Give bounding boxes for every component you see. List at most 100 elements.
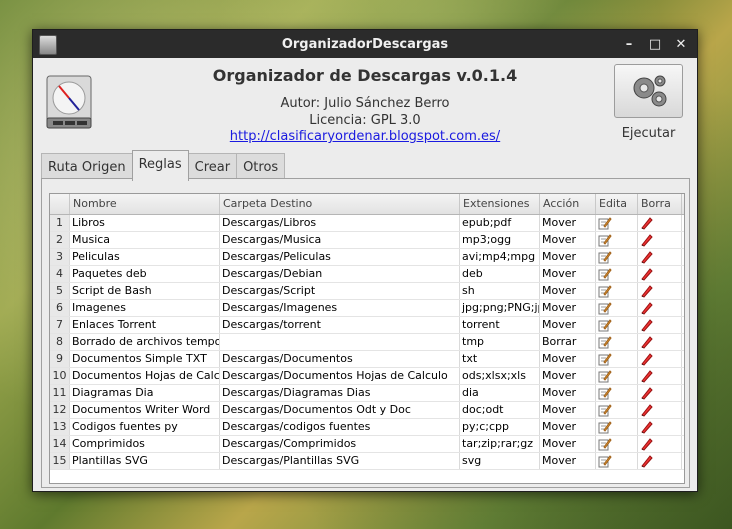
cell-accion[interactable]: Borrar bbox=[540, 334, 596, 350]
delete-icon[interactable] bbox=[638, 351, 682, 367]
edit-icon[interactable] bbox=[596, 266, 638, 282]
delete-icon[interactable] bbox=[638, 334, 682, 350]
cell-carpeta-destino[interactable]: Descargas/Musica bbox=[220, 232, 460, 248]
cell-nombre[interactable]: Codigos fuentes py bbox=[70, 419, 220, 435]
table-row[interactable]: 11 Diagramas Dia Descargas/Diagramas Dias d… bbox=[50, 385, 684, 402]
edit-icon[interactable] bbox=[596, 283, 638, 299]
edit-icon[interactable] bbox=[596, 368, 638, 384]
maximize-icon[interactable]: □ bbox=[647, 36, 663, 52]
cell-accion[interactable]: Mover bbox=[540, 232, 596, 248]
tab-reglas[interactable]: Reglas bbox=[131, 150, 189, 181]
edit-icon[interactable] bbox=[596, 317, 638, 333]
table-row[interactable]: 5 Script de Bash Descargas/Script sh Mover bbox=[50, 283, 684, 300]
tab-crear[interactable]: Crear bbox=[187, 153, 238, 181]
cell-extensiones[interactable]: avi;mp4;mpg bbox=[460, 249, 540, 265]
table-row[interactable]: 14 Comprimidos Descargas/Comprimidos tar;zi… bbox=[50, 436, 684, 453]
cell-carpeta-destino[interactable]: Descargas/Imagenes bbox=[220, 300, 460, 316]
edit-icon[interactable] bbox=[596, 385, 638, 401]
table-row[interactable]: 8 Borrado de archivos tempor tmp Borrar bbox=[50, 334, 684, 351]
table-row[interactable]: 15 Plantillas SVG Descargas/Plantillas SVG… bbox=[50, 453, 684, 470]
delete-icon[interactable] bbox=[638, 300, 682, 316]
edit-icon[interactable] bbox=[596, 351, 638, 367]
header-carpeta-destino[interactable]: Carpeta Destino bbox=[220, 194, 460, 214]
delete-icon[interactable] bbox=[638, 283, 682, 299]
delete-icon[interactable] bbox=[638, 266, 682, 282]
cell-nombre[interactable]: Enlaces Torrent bbox=[70, 317, 220, 333]
cell-extensiones[interactable]: doc;odt bbox=[460, 402, 540, 418]
edit-icon[interactable] bbox=[596, 300, 638, 316]
cell-carpeta-destino[interactable]: Descargas/torrent bbox=[220, 317, 460, 333]
cell-extensiones[interactable]: mp3;ogg bbox=[460, 232, 540, 248]
edit-icon[interactable] bbox=[596, 249, 638, 265]
header-nombre[interactable]: Nombre bbox=[70, 194, 220, 214]
edit-icon[interactable] bbox=[596, 334, 638, 350]
edit-icon[interactable] bbox=[596, 232, 638, 248]
cell-accion[interactable]: Mover bbox=[540, 300, 596, 316]
cell-accion[interactable]: Mover bbox=[540, 436, 596, 452]
cell-accion[interactable]: Mover bbox=[540, 249, 596, 265]
cell-extensiones[interactable]: deb bbox=[460, 266, 540, 282]
cell-nombre[interactable]: Peliculas bbox=[70, 249, 220, 265]
edit-icon[interactable] bbox=[596, 436, 638, 452]
cell-extensiones[interactable]: txt bbox=[460, 351, 540, 367]
edit-icon[interactable] bbox=[596, 419, 638, 435]
cell-accion[interactable]: Mover bbox=[540, 419, 596, 435]
blog-link[interactable]: http://clasificaryordenar.blogspot.com.e… bbox=[33, 129, 697, 143]
table-row[interactable]: 6 Imagenes Descargas/Imagenes jpg;png;PNG;j… bbox=[50, 300, 684, 317]
header-borra[interactable]: Borra bbox=[638, 194, 682, 214]
cell-carpeta-destino[interactable]: Descargas/Documentos bbox=[220, 351, 460, 367]
tab-otros[interactable]: Otros bbox=[236, 153, 286, 181]
cell-accion[interactable]: Mover bbox=[540, 402, 596, 418]
delete-icon[interactable] bbox=[638, 249, 682, 265]
edit-icon[interactable] bbox=[596, 453, 638, 469]
cell-carpeta-destino[interactable]: Descargas/Peliculas bbox=[220, 249, 460, 265]
cell-accion[interactable]: Mover bbox=[540, 453, 596, 469]
cell-nombre[interactable]: Documentos Simple TXT bbox=[70, 351, 220, 367]
cell-nombre[interactable]: Plantillas SVG bbox=[70, 453, 220, 469]
delete-icon[interactable] bbox=[638, 453, 682, 469]
cell-carpeta-destino[interactable]: Descargas/Comprimidos bbox=[220, 436, 460, 452]
table-row[interactable]: 9 Documentos Simple TXT Descargas/Document… bbox=[50, 351, 684, 368]
cell-carpeta-destino[interactable]: Descargas/Script bbox=[220, 283, 460, 299]
delete-icon[interactable] bbox=[638, 317, 682, 333]
delete-icon[interactable] bbox=[638, 215, 682, 231]
header-accion[interactable]: Acción bbox=[540, 194, 596, 214]
cell-extensiones[interactable]: epub;pdf bbox=[460, 215, 540, 231]
cell-nombre[interactable]: Script de Bash bbox=[70, 283, 220, 299]
cell-nombre[interactable]: Documentos Hojas de Calcu bbox=[70, 368, 220, 384]
cell-extensiones[interactable]: ods;xlsx;xls bbox=[460, 368, 540, 384]
cell-accion[interactable]: Mover bbox=[540, 351, 596, 367]
table-row[interactable]: 13 Codigos fuentes py Descargas/codigos fu… bbox=[50, 419, 684, 436]
cell-nombre[interactable]: Imagenes bbox=[70, 300, 220, 316]
tab-ruta-origen[interactable]: Ruta Origen bbox=[41, 153, 133, 181]
cell-carpeta-destino[interactable]: Descargas/Documentos Hojas de Calculo bbox=[220, 368, 460, 384]
table-row[interactable]: 2 Musica Descargas/Musica mp3;ogg Mover bbox=[50, 232, 684, 249]
table-row[interactable]: 1 Libros Descargas/Libros epub;pdf Mover bbox=[50, 215, 684, 232]
cell-accion[interactable]: Mover bbox=[540, 385, 596, 401]
cell-nombre[interactable]: Musica bbox=[70, 232, 220, 248]
cell-carpeta-destino[interactable]: Descargas/Libros bbox=[220, 215, 460, 231]
cell-nombre[interactable]: Borrado de archivos tempor bbox=[70, 334, 220, 350]
cell-accion[interactable]: Mover bbox=[540, 317, 596, 333]
table-row[interactable]: 12 Documentos Writer Word Descargas/Docume… bbox=[50, 402, 684, 419]
edit-icon[interactable] bbox=[596, 402, 638, 418]
cell-nombre[interactable]: Diagramas Dia bbox=[70, 385, 220, 401]
cell-extensiones[interactable]: tmp bbox=[460, 334, 540, 350]
cell-accion[interactable]: Mover bbox=[540, 266, 596, 282]
cell-extensiones[interactable]: sh bbox=[460, 283, 540, 299]
header-edita[interactable]: Edita bbox=[596, 194, 638, 214]
cell-carpeta-destino[interactable] bbox=[220, 334, 460, 350]
cell-nombre[interactable]: Libros bbox=[70, 215, 220, 231]
cell-nombre[interactable]: Paquetes deb bbox=[70, 266, 220, 282]
table-row[interactable]: 10 Documentos Hojas de Calcu Descargas/Doc… bbox=[50, 368, 684, 385]
table-row[interactable]: 7 Enlaces Torrent Descargas/torrent torrent… bbox=[50, 317, 684, 334]
cell-extensiones[interactable]: svg bbox=[460, 453, 540, 469]
cell-extensiones[interactable]: tar;zip;rar;gz bbox=[460, 436, 540, 452]
table-row[interactable]: 3 Peliculas Descargas/Peliculas avi;mp4;mpg… bbox=[50, 249, 684, 266]
cell-nombre[interactable]: Comprimidos bbox=[70, 436, 220, 452]
cell-accion[interactable]: Mover bbox=[540, 283, 596, 299]
cell-accion[interactable]: Mover bbox=[540, 215, 596, 231]
delete-icon[interactable] bbox=[638, 402, 682, 418]
delete-icon[interactable] bbox=[638, 232, 682, 248]
minimize-icon[interactable]: – bbox=[621, 36, 637, 52]
